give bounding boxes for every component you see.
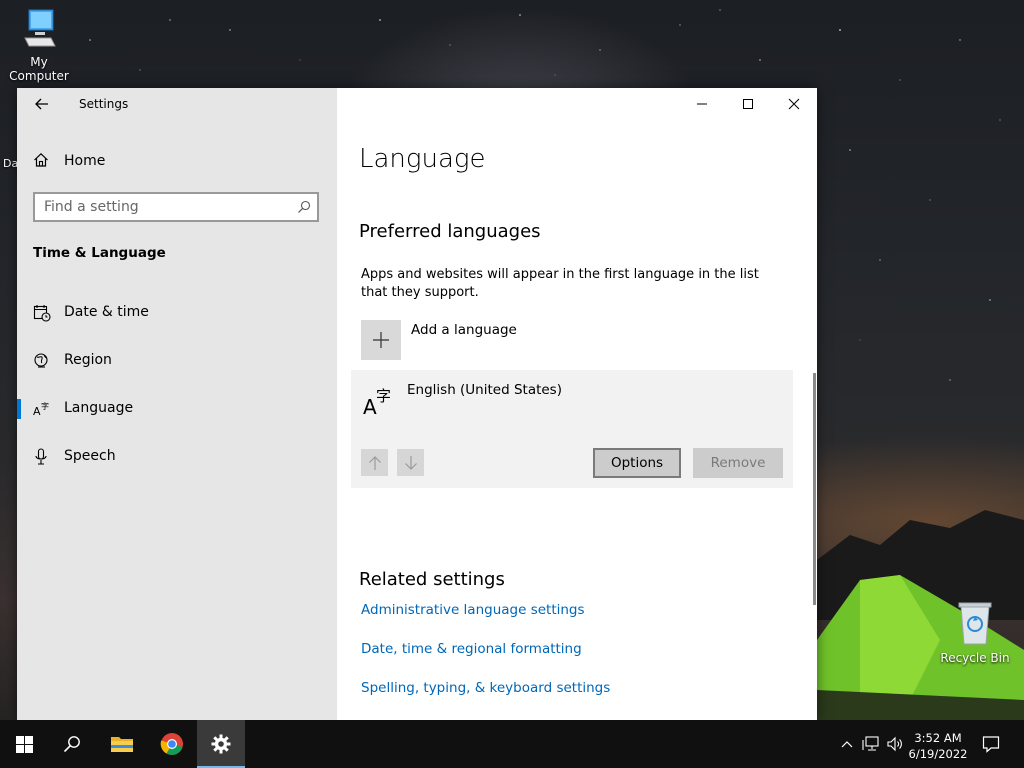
network-button[interactable] <box>860 720 882 768</box>
my-computer-label: My Computer <box>9 55 69 83</box>
sidebar-item-label: Date & time <box>64 304 149 320</box>
back-button[interactable] <box>31 94 53 114</box>
home-label: Home <box>64 153 106 169</box>
folder-icon <box>111 737 133 752</box>
sidebar-item-label: Region <box>64 352 112 368</box>
move-up-button[interactable] <box>361 449 388 476</box>
chrome-button[interactable] <box>148 720 196 768</box>
network-icon <box>862 736 879 751</box>
search-icon <box>298 200 311 213</box>
calendar-clock-icon <box>33 305 51 322</box>
close-button[interactable] <box>771 88 817 120</box>
home-icon <box>34 152 48 167</box>
window-title: Settings <box>79 97 129 111</box>
taskbar-clock[interactable]: 3:52 AM 6/19/2022 <box>902 730 974 762</box>
sidebar-item-language[interactable]: A 字 Language <box>17 392 337 426</box>
partial-desktop-icon-label: Da <box>3 157 19 170</box>
file-explorer-button[interactable] <box>98 720 146 768</box>
back-arrow-icon <box>35 98 48 110</box>
recycle-bin-desktop-icon[interactable]: Recycle Bin <box>938 600 1012 665</box>
windows-logo-icon <box>15 735 33 753</box>
sidebar-item-date-time[interactable]: Date & time <box>17 296 337 330</box>
arrow-down-icon <box>404 455 417 470</box>
date-time-regional-formatting-link[interactable]: Date, time & regional formatting <box>361 641 582 657</box>
svg-text:A: A <box>33 405 41 418</box>
language-list-item[interactable]: A 字 English (United States) Options Remo… <box>351 370 793 488</box>
globe-icon <box>34 353 48 368</box>
home-nav-item[interactable]: Home <box>17 146 337 176</box>
computer-icon <box>24 9 56 47</box>
search-icon <box>63 736 80 753</box>
settings-taskbar-button[interactable] <box>197 720 245 768</box>
section-title: Time & Language <box>33 245 166 261</box>
preferred-languages-description: Apps and websites will appear in the fir… <box>361 267 759 300</box>
settings-content: Language Preferred languages Apps and we… <box>337 88 817 720</box>
arrow-up-icon <box>368 455 381 470</box>
minimize-button[interactable] <box>679 88 725 120</box>
minimize-icon <box>697 103 707 105</box>
remove-button[interactable]: Remove <box>693 448 783 478</box>
sidebar-item-speech[interactable]: Speech <box>17 440 337 474</box>
add-language-tile <box>361 320 401 360</box>
find-setting-input[interactable] <box>35 194 284 220</box>
settings-sidebar: Settings Home Time & Language Date <box>17 88 337 720</box>
language-name: English (United States) <box>407 382 562 398</box>
preferred-languages-heading: Preferred languages <box>359 221 541 242</box>
options-button[interactable]: Options <box>593 448 681 478</box>
related-settings-heading: Related settings <box>359 569 505 590</box>
move-down-button[interactable] <box>397 449 424 476</box>
gear-icon <box>211 734 231 754</box>
language-icon: A 字 <box>363 387 391 416</box>
page-title: Language <box>359 144 486 174</box>
spelling-typing-keyboard-settings-link[interactable]: Spelling, typing, & keyboard settings <box>361 680 610 696</box>
content-scrollbar[interactable] <box>813 373 816 605</box>
active-indicator <box>17 399 21 419</box>
sidebar-item-label: Speech <box>64 448 116 464</box>
close-icon <box>788 98 800 110</box>
add-language-label: Add a language <box>411 322 517 338</box>
svg-text:字: 字 <box>41 401 49 411</box>
add-language-button[interactable]: Add a language <box>361 320 661 360</box>
language-icon: A 字 <box>33 401 49 418</box>
notification-icon <box>982 736 1000 753</box>
start-button[interactable] <box>0 720 48 768</box>
recycle-bin-icon <box>958 602 992 645</box>
settings-window: Settings Home Time & Language Date <box>17 88 817 720</box>
chrome-icon <box>160 733 183 755</box>
clock-time: 3:52 AM <box>914 731 962 745</box>
clock-date: 6/19/2022 <box>908 747 968 761</box>
show-hidden-icons-button[interactable] <box>838 720 856 768</box>
maximize-icon <box>743 99 753 109</box>
sidebar-item-region[interactable]: Region <box>17 344 337 378</box>
recycle-bin-label: Recycle Bin <box>940 651 1010 665</box>
chevron-up-icon <box>841 741 853 748</box>
microphone-icon <box>35 448 47 465</box>
administrative-language-settings-link[interactable]: Administrative language settings <box>361 602 585 618</box>
plus-icon <box>373 332 389 348</box>
svg-text:A: A <box>363 395 377 416</box>
action-center-button[interactable] <box>978 720 1004 768</box>
find-setting-search-box[interactable] <box>33 192 319 222</box>
taskbar: 3:52 AM 6/19/2022 <box>0 720 1024 768</box>
my-computer-desktop-icon[interactable]: My Computer <box>0 8 78 83</box>
svg-text:字: 字 <box>376 387 391 405</box>
maximize-button[interactable] <box>725 88 771 120</box>
search-taskbar-button[interactable] <box>48 720 96 768</box>
sidebar-item-label: Language <box>64 400 134 416</box>
